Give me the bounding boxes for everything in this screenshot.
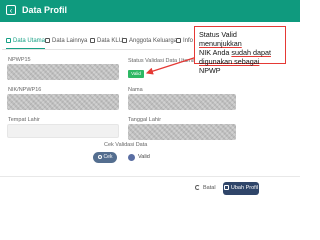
valid-radio [128,154,135,161]
app-header: ‹ Data Profil [0,0,300,22]
search-icon [97,154,102,159]
tanggal-lahir-label: Tanggal Lahir [128,117,162,123]
page-title: Data Profil [22,5,68,15]
annotation-text: menunjukkan [199,39,242,48]
briefcase-icon [90,37,95,43]
annotation-line-1: Status Valid menunjukkan [199,30,281,48]
annotation-line-2: NIK Anda sudah dapat [199,48,281,57]
batal-button[interactable]: Batal [195,185,216,191]
back-icon[interactable]: ‹ [6,5,16,15]
ubah-profil-button[interactable]: Ubah Profil [223,182,259,195]
tab-data-lainnya[interactable]: Data Lainnya [45,36,87,48]
edit-icon [223,185,229,191]
annotation-text: digunakan sebagai [199,57,260,66]
undo-icon [195,185,200,191]
tempat-lahir-field [7,124,119,138]
id-card-icon [6,37,11,43]
annotation-text: NPWP [199,66,221,75]
tab-label: Info [183,38,194,44]
nik-label: NIK/NPWP16 [8,87,42,93]
tab-data-klu[interactable]: Data KLU [90,36,123,48]
nik-field [7,94,119,110]
tanggal-lahir-field [128,124,236,140]
valid-status-text: Valid [138,154,150,160]
document-icon [45,37,50,43]
tab-label: Anggota Keluarga [129,38,178,44]
annotation-text: Status Valid [199,30,237,39]
annotation-text: NIK Anda [199,48,230,57]
tab-label: Data Lainnya [52,38,88,44]
cek-validasi-label: Cek Validasi Data [104,142,148,148]
tab-data-utama[interactable]: Data Utama [6,36,46,49]
tab-info[interactable]: Info [176,36,193,48]
annotation-line-3: digunakan sebagai NPWP [199,57,281,75]
annotation-text: sudah dapat [231,48,271,57]
info-icon [176,37,181,43]
tab-label: Data KLU [97,38,124,44]
cek-button-label: Cek [103,154,113,160]
tabs-divider [2,49,180,50]
footer-divider [0,176,300,177]
nama-field [128,94,236,110]
ubah-profil-label: Ubah Profil [230,185,259,191]
profile-tabs: Data Utama Data Lainnya Data KLU Anggota… [2,36,202,50]
tab-anggota-keluarga[interactable]: Anggota Keluarga [122,36,177,48]
tempat-lahir-label: Tempat Lahir [8,117,40,123]
status-badge: Valid [128,70,144,78]
family-icon [122,37,127,43]
annotation-callout: Status Valid menunjukkan NIK Anda sudah … [194,26,286,75]
npwp-label: NPWP15 [8,57,31,63]
tab-label: Data Utama [13,38,46,44]
cek-button[interactable]: Cek [93,152,117,163]
status-validasi-label: Status Validasi Data Utama [128,58,195,64]
batal-label: Batal [203,185,216,191]
nama-label: Nama [128,87,143,93]
npwp-field [7,64,119,80]
